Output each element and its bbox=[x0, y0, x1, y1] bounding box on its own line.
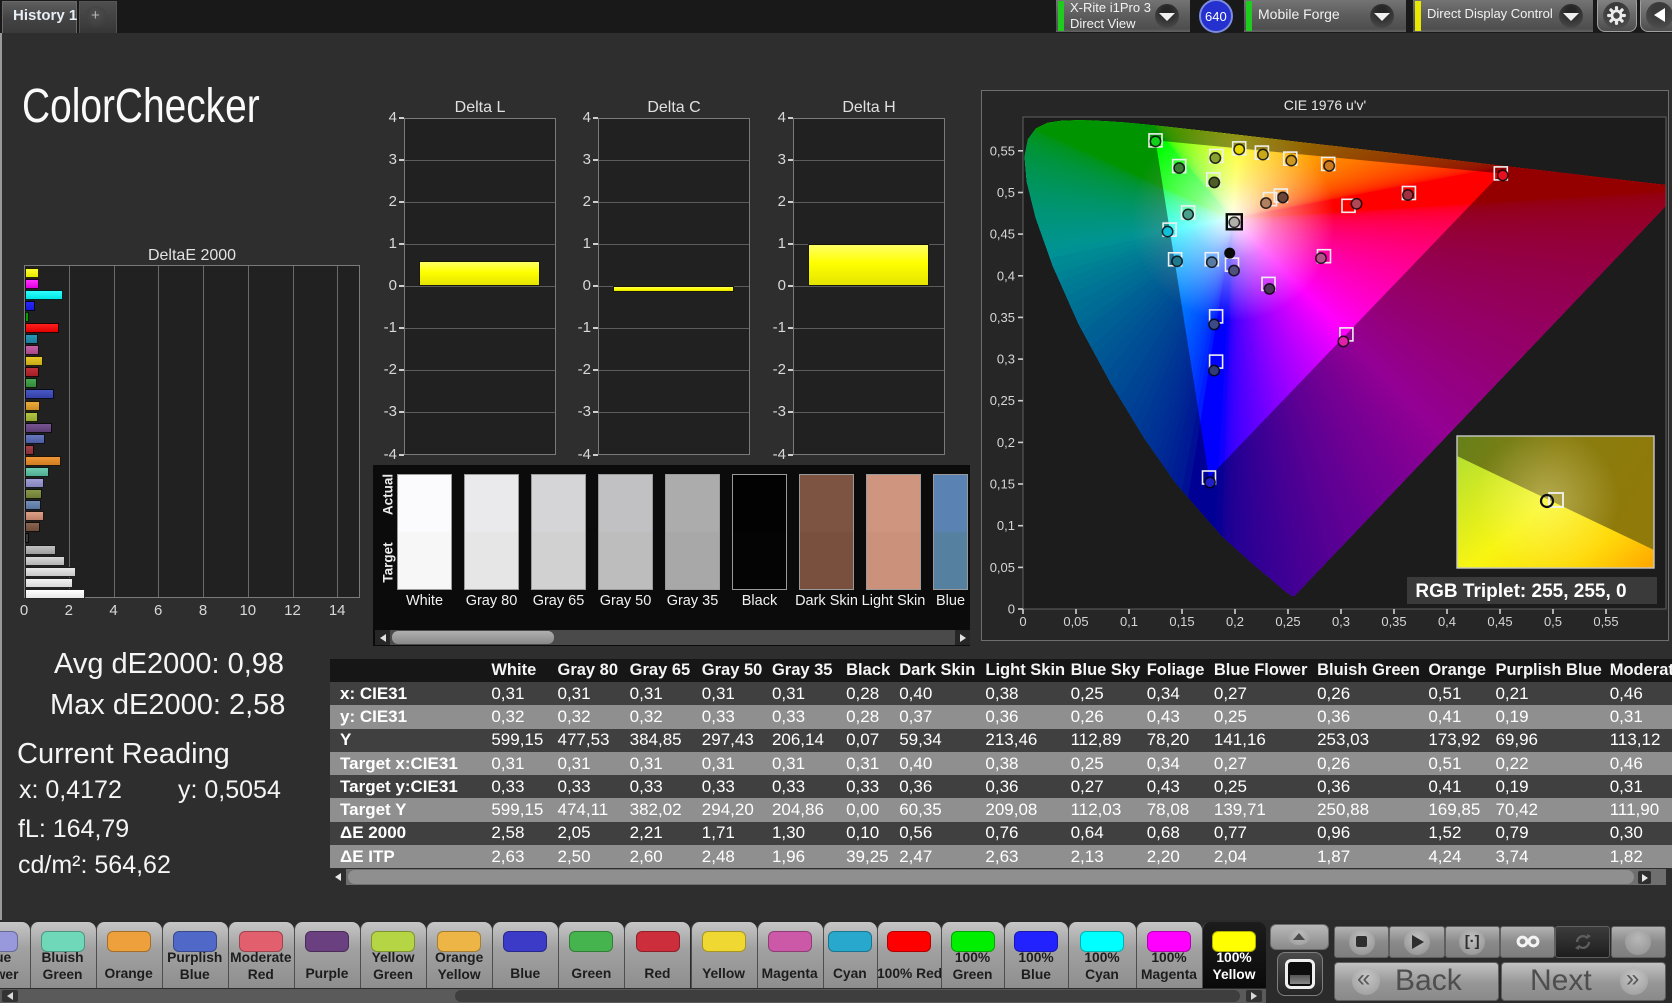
svg-text:0: 0 bbox=[1019, 614, 1026, 629]
svg-text:0,45: 0,45 bbox=[990, 227, 1015, 242]
svg-text:0,05: 0,05 bbox=[1063, 614, 1088, 629]
svg-text:0,35: 0,35 bbox=[1381, 614, 1406, 629]
svg-text:0,2: 0,2 bbox=[997, 435, 1015, 450]
svg-text:0: 0 bbox=[1008, 602, 1015, 617]
svg-text:0,5: 0,5 bbox=[997, 185, 1015, 200]
svg-text:0,55: 0,55 bbox=[990, 143, 1015, 158]
svg-text:0,4: 0,4 bbox=[1438, 614, 1456, 629]
svg-text:0,1: 0,1 bbox=[1120, 614, 1138, 629]
svg-text:0,25: 0,25 bbox=[990, 393, 1015, 408]
svg-text:0,4: 0,4 bbox=[997, 268, 1015, 283]
svg-text:RGB Triplet: 255, 255, 0: RGB Triplet: 255, 255, 0 bbox=[1415, 581, 1626, 602]
svg-text:0,15: 0,15 bbox=[1169, 614, 1194, 629]
svg-text:0,35: 0,35 bbox=[990, 310, 1015, 325]
svg-text:0,25: 0,25 bbox=[1275, 614, 1300, 629]
svg-text:0,5: 0,5 bbox=[1544, 614, 1562, 629]
svg-text:0,3: 0,3 bbox=[997, 352, 1015, 367]
svg-text:0,15: 0,15 bbox=[990, 477, 1015, 492]
svg-text:0,05: 0,05 bbox=[990, 560, 1015, 575]
svg-text:0,45: 0,45 bbox=[1487, 614, 1512, 629]
svg-text:0,1: 0,1 bbox=[997, 518, 1015, 533]
svg-text:0,55: 0,55 bbox=[1593, 614, 1618, 629]
svg-text:0,3: 0,3 bbox=[1332, 614, 1350, 629]
svg-text:0,2: 0,2 bbox=[1226, 614, 1244, 629]
